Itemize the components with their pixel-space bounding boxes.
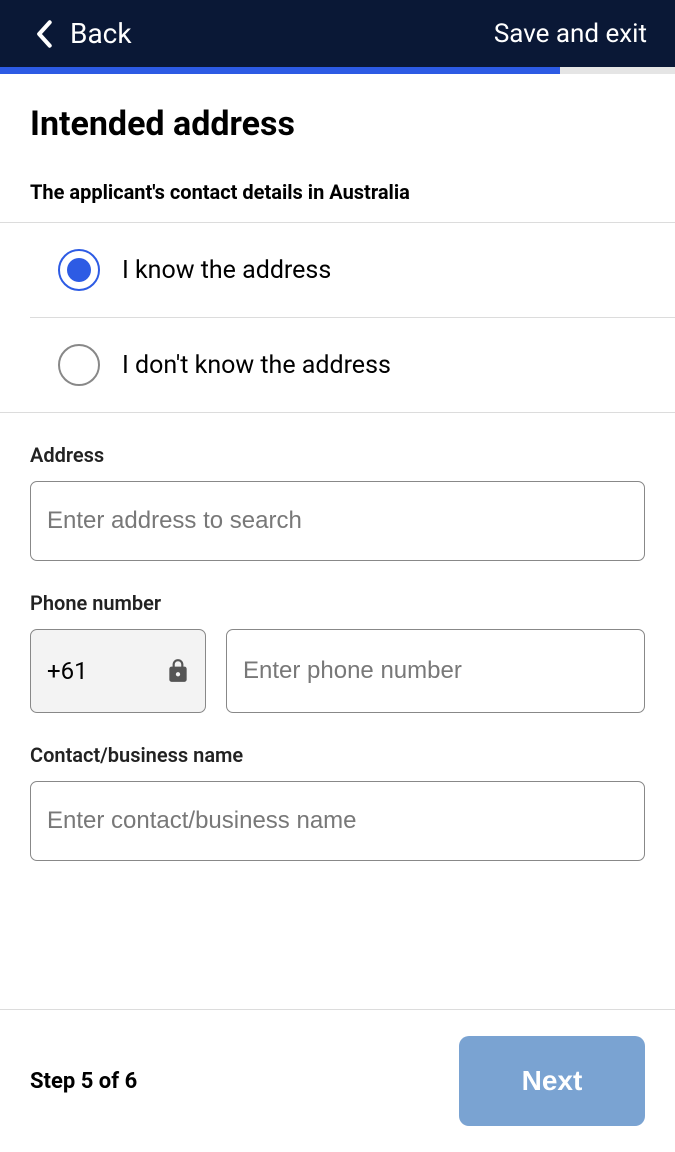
- next-button[interactable]: Next: [459, 1036, 645, 1126]
- country-code-value: +61: [47, 657, 88, 685]
- page-subtitle: The applicant's contact details in Austr…: [30, 180, 645, 204]
- back-button[interactable]: Back: [34, 17, 132, 50]
- progress-bar: [0, 67, 675, 74]
- page-title: Intended address: [30, 104, 645, 144]
- divider: [0, 412, 675, 413]
- chevron-left-icon: [34, 20, 56, 48]
- app-header: Back Save and exit: [0, 0, 675, 67]
- radio-option-dont-know-address[interactable]: I don't know the address: [0, 318, 675, 412]
- radio-indicator-unselected: [58, 344, 100, 386]
- country-code-selector[interactable]: +61: [30, 629, 206, 713]
- phone-row: +61: [30, 629, 645, 713]
- radio-option-know-address[interactable]: I know the address: [0, 223, 675, 317]
- phone-label: Phone number: [30, 591, 645, 615]
- contact-input[interactable]: [30, 781, 645, 861]
- footer: Step 5 of 6 Next: [0, 1009, 675, 1152]
- save-exit-button[interactable]: Save and exit: [494, 19, 647, 49]
- address-field-group: Address: [30, 443, 645, 561]
- address-label: Address: [30, 443, 645, 467]
- phone-field-group: Phone number +61: [30, 591, 645, 713]
- main-content: Intended address The applicant's contact…: [0, 74, 675, 1009]
- radio-indicator-selected: [58, 249, 100, 291]
- progress-fill: [0, 67, 560, 74]
- radio-dot: [67, 258, 91, 282]
- address-input[interactable]: [30, 481, 645, 561]
- lock-icon: [165, 658, 191, 684]
- radio-label: I know the address: [122, 256, 331, 285]
- radio-label: I don't know the address: [122, 351, 391, 380]
- back-label: Back: [70, 17, 132, 50]
- step-indicator: Step 5 of 6: [30, 1069, 137, 1094]
- contact-label: Contact/business name: [30, 743, 645, 767]
- contact-field-group: Contact/business name: [30, 743, 645, 861]
- phone-input[interactable]: [226, 629, 645, 713]
